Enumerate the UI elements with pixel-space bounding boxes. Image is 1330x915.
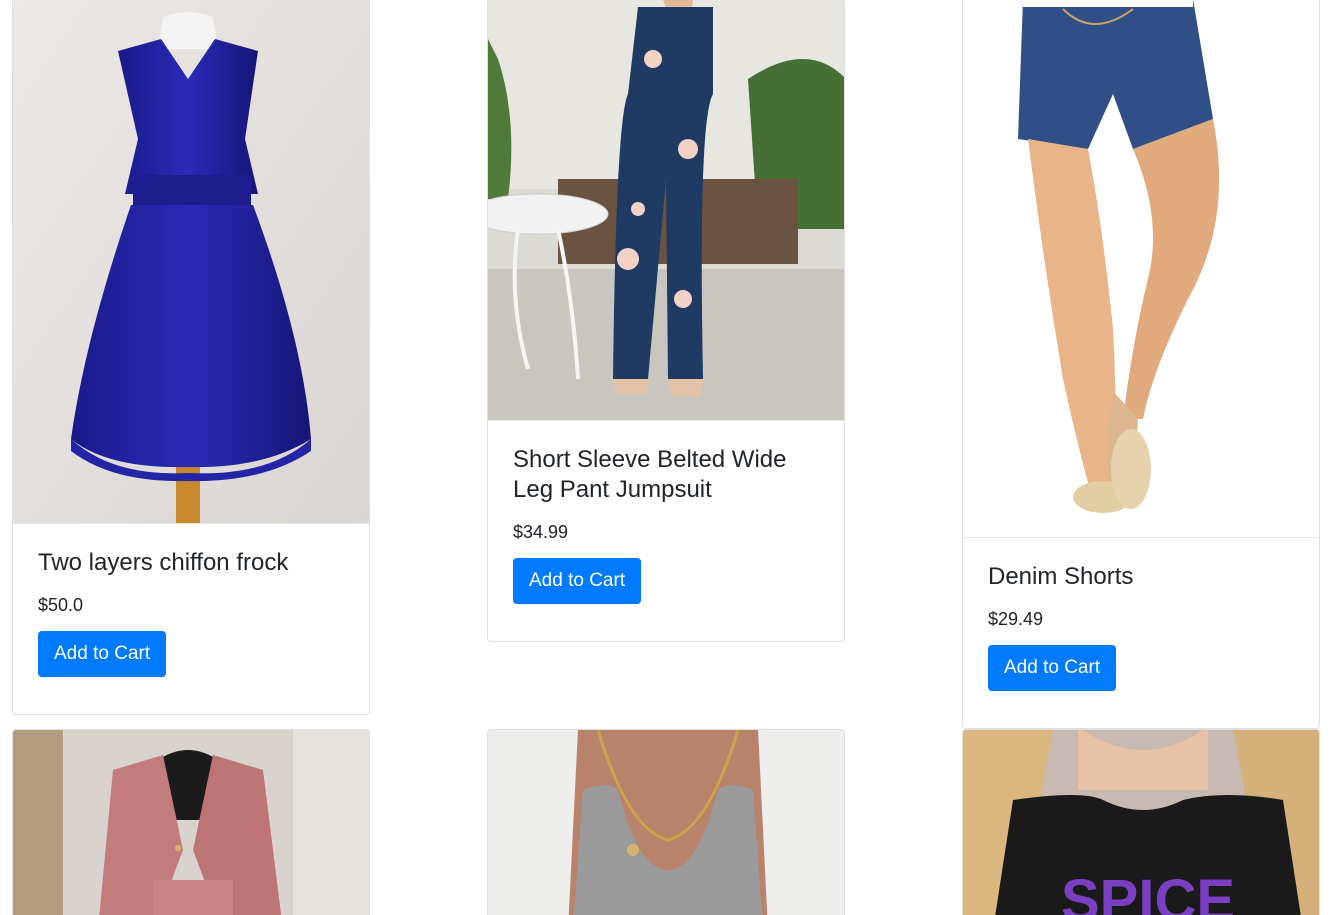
- product-image-denim-shorts[interactable]: [963, 0, 1319, 538]
- product-card: [487, 729, 845, 915]
- product-image-pink-blazer[interactable]: [13, 730, 369, 915]
- product-card: Two layers chiffon frock $50.0 Add to Ca…: [12, 0, 370, 715]
- product-card: [12, 729, 370, 915]
- product-image-blue-chiffon-dress[interactable]: [13, 0, 369, 524]
- product-title: Denim Shorts: [988, 563, 1134, 590]
- add-to-cart-button[interactable]: Add to Cart: [988, 645, 1117, 691]
- add-to-cart-button[interactable]: Add to Cart: [513, 558, 642, 604]
- product-card: Denim Shorts $29.49 Add to Cart: [962, 0, 1320, 729]
- product-card: Short Sleeve Belted Wide Leg Pant Jumpsu…: [487, 0, 845, 642]
- product-image-floral-jumpsuit[interactable]: [488, 0, 844, 421]
- product-card: SPICE: [962, 729, 1320, 915]
- product-image-grey-tank-top[interactable]: [488, 730, 844, 915]
- product-grid: Two layers chiffon frock $50.0 Add to Ca…: [0, 0, 1330, 915]
- tee-print-text: SPICE: [1061, 868, 1235, 915]
- product-title: Two layers chiffon frock: [38, 549, 289, 576]
- product-price: $34.99: [513, 522, 569, 542]
- product-title: Short Sleeve Belted Wide Leg Pant Jumpsu…: [513, 446, 787, 503]
- add-to-cart-button[interactable]: Add to Cart: [38, 631, 167, 677]
- product-price: $50.0: [38, 595, 84, 615]
- product-image-black-graphic-tee[interactable]: SPICE: [963, 730, 1319, 915]
- product-price: $29.49: [988, 609, 1044, 629]
